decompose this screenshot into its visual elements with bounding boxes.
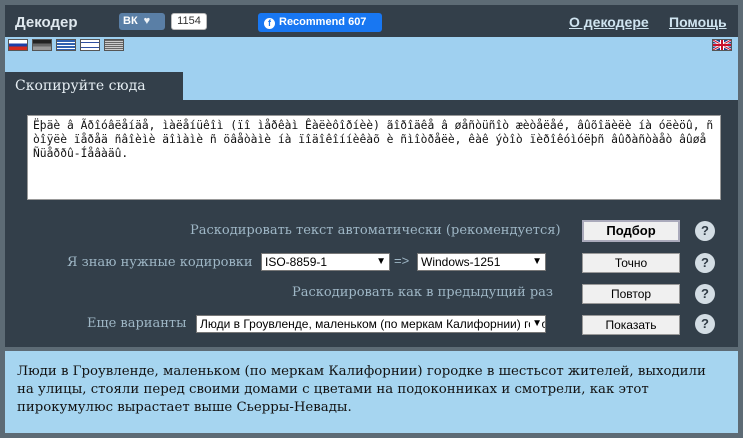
site-logo[interactable]: Декодер [15, 14, 78, 31]
repeat-decode-button[interactable]: Повтор [582, 284, 680, 304]
chevron-down-icon: ▼ [530, 316, 542, 332]
decoded-result: Люди в Гроувленде, маленьком (по меркам … [5, 351, 738, 433]
help-icon-known[interactable]: ? [695, 253, 715, 273]
page: Декодер ВК ♥ 1154 f Recommend 607 О декоде… [0, 0, 743, 438]
facebook-icon: f [264, 18, 275, 29]
known-encodings-label: Я знаю нужные кодировки [67, 255, 253, 270]
tab-paste-text[interactable]: Скопируйте сюда текст [5, 72, 183, 122]
encoding-arrow: => [394, 253, 410, 268]
help-icon-auto[interactable]: ? [695, 221, 715, 241]
chevron-down-icon: ▼ [532, 256, 542, 267]
variants-select[interactable]: Люди в Гроувленде, маленьком (по меркам … [196, 315, 546, 333]
source-encoding-select[interactable]: ISO-8859-1 ▼ [261, 253, 390, 271]
auto-decode-button[interactable]: Подбор [582, 220, 680, 242]
about-link[interactable]: О декодере [569, 14, 649, 30]
repeat-decode-label: Раскодировать как в предыдущий раз [292, 285, 553, 300]
variants-value: Люди в Гроувленде, маленьком (по меркам … [200, 317, 546, 331]
help-link[interactable]: Помощь [669, 14, 727, 30]
auto-decode-label: Раскодировать текст автоматически (реком… [190, 223, 561, 238]
target-encoding-value: Windows-1251 [421, 255, 501, 269]
language-bar [5, 37, 738, 55]
uk-cross-icon [713, 40, 731, 50]
usa-flag-icon[interactable] [104, 39, 124, 51]
uk-flag-icon[interactable] [712, 39, 732, 51]
heart-icon: ♥ [143, 15, 151, 27]
source-text-area[interactable]: Ëþäè â Ãðîóâëåíäå, ìàëåíüêîì (ïî ìåðêàì … [27, 115, 721, 200]
greek-flag-icon[interactable] [56, 39, 76, 51]
israel-flag-icon[interactable] [80, 39, 100, 51]
chevron-down-icon: ▼ [376, 256, 386, 267]
show-variants-button[interactable]: Показать [582, 315, 680, 335]
help-icon-repeat[interactable]: ? [695, 284, 715, 304]
vk-like-button[interactable]: ВК ♥ [119, 13, 165, 30]
top-bar: Декодер ВК ♥ 1154 f Recommend 607 О декоде… [5, 5, 738, 37]
help-icon-variants[interactable]: ? [695, 314, 715, 334]
exact-decode-button[interactable]: Точно [582, 253, 680, 273]
vk-like-count: 1154 [171, 13, 207, 30]
fb-recommend-label: Recommend 607 [279, 16, 367, 28]
more-variants-label: Еще варианты [87, 316, 187, 331]
fb-recommend-button[interactable]: f Recommend 607 [258, 13, 382, 32]
source-encoding-value: ISO-8859-1 [265, 255, 328, 269]
target-encoding-select[interactable]: Windows-1251 ▼ [417, 253, 546, 271]
russian-flag-icon[interactable] [8, 39, 28, 51]
german-flag-icon[interactable] [32, 39, 52, 51]
vk-label: ВК [123, 15, 138, 27]
